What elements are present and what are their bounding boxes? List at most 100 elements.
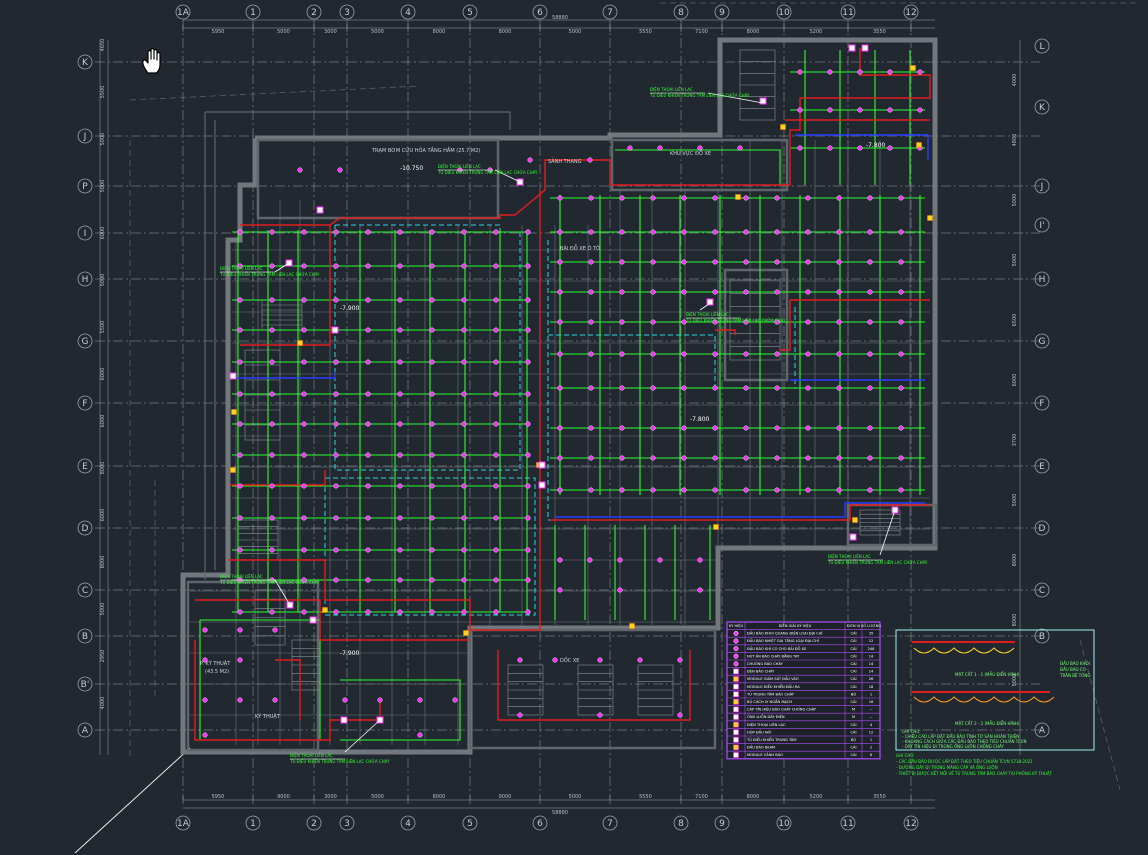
smoke-detector (867, 385, 873, 391)
dim-bottom-2: 3000 (324, 794, 337, 800)
dim-top-5: 8000 (499, 29, 512, 35)
smoke-detector (365, 609, 371, 615)
dim-top-8: 7100 (695, 29, 708, 35)
smoke-detector (774, 289, 780, 295)
smoke-detector (743, 351, 749, 357)
smoke-detector (429, 229, 435, 235)
smoke-detector (525, 483, 531, 489)
legend-unit-7: CÁI (850, 684, 856, 689)
smoke-detector (557, 195, 563, 201)
smoke-detector (857, 107, 863, 113)
grid-bubble-bottom-11: 11 (842, 819, 853, 829)
alarm-bell-device (910, 65, 916, 71)
smoke-detector (333, 297, 339, 303)
dim-left-7: 6000 (100, 368, 106, 381)
smoke-detector (527, 157, 533, 163)
grid-bubble-left-8: D (82, 524, 89, 534)
smoke-detector (365, 229, 371, 235)
dim-right-1: 4800 (1012, 134, 1018, 147)
smoke-detector (619, 385, 625, 391)
smoke-detector (237, 452, 243, 458)
dim-bottom-3: 5000 (371, 794, 384, 800)
smoke-detector (525, 577, 531, 583)
dim-left-5: 5000 (100, 274, 106, 287)
grid-bubble-top-10: 10 (778, 8, 790, 18)
smoke-detector (619, 351, 625, 357)
grid-bubble-bottom-3: 3 (344, 819, 350, 829)
smoke-detector (898, 195, 904, 201)
smoke-detector (887, 107, 893, 113)
smoke-detector (650, 319, 656, 325)
footer-note-2: - ĐƯỜNG DÂY ĐI TRONG MÁNG CÁP VÀ ỐNG LUỒ… (896, 765, 998, 770)
smoke-detector (429, 297, 435, 303)
dim-left-12: 5000 (100, 603, 106, 616)
smoke-detector (898, 351, 904, 357)
grid-bubble-bottom-8: 8 (678, 819, 684, 829)
smoke-detector (429, 452, 435, 458)
smoke-detector (836, 425, 842, 431)
smoke-detector (681, 455, 687, 461)
legend-qty-1: 12 (869, 639, 874, 643)
smoke-detector (429, 483, 435, 489)
smoke-detector (898, 259, 904, 265)
smoke-detector (898, 455, 904, 461)
smoke-detector (493, 263, 499, 269)
legend-header-3: SỐ LƯỢNG (861, 623, 881, 628)
legend-desc-8: TỦ TRUNG TÂM BÁO CHÁY (746, 691, 795, 696)
cad-drawing-canvas[interactable]: 5950 5000 3000 5000 8000 8000 5000 5550 7100 8000… (0, 0, 1148, 855)
smoke-detector (557, 455, 563, 461)
smoke-detector (857, 145, 863, 151)
smoke-detector (774, 351, 780, 357)
smoke-detector (333, 609, 339, 615)
smoke-detector (517, 657, 523, 663)
smoke-detector (333, 547, 339, 553)
smoke-detector (525, 229, 531, 235)
smoke-detector (429, 515, 435, 521)
smoke-detector (681, 351, 687, 357)
legend-qty-6: 26 (869, 677, 874, 681)
smoke-detector (805, 351, 811, 357)
room-label-ramp: DỐC XE (560, 656, 579, 664)
smoke-detector (493, 515, 499, 521)
legend-symbol-14 (733, 736, 739, 743)
smoke-detector (836, 487, 842, 493)
legend-symbol-2 (733, 646, 739, 652)
legend-unit-0: CÁI (850, 631, 856, 636)
smoke-detector (805, 229, 811, 235)
smoke-detector (743, 259, 749, 265)
smoke-detector (898, 229, 904, 235)
dim-top-total: 58880 (552, 15, 568, 21)
grid-bubble-bottom-2: 2 (311, 819, 317, 829)
smoke-detector (333, 515, 339, 521)
smoke-detector (898, 425, 904, 431)
grid-bubble-left-3: I (84, 229, 87, 239)
smoke-detector (301, 263, 307, 269)
legend-symbol-16 (733, 752, 739, 758)
grid-bubble-right-6: F (1039, 399, 1044, 409)
smoke-detector (588, 425, 594, 431)
smoke-detector (397, 577, 403, 583)
grid-bubble-bottom-10: 10 (778, 819, 790, 829)
smoke-detector (827, 69, 833, 75)
smoke-detector (237, 421, 243, 427)
smoke-detector (677, 657, 683, 663)
smoke-detector (429, 547, 435, 553)
callout-body-0: TỦ ĐIỀU KHIỂN TRUNG TÂM LIÊN LẠC CHỮA CH… (649, 93, 750, 98)
smoke-detector (619, 195, 625, 201)
smoke-detector (827, 107, 833, 113)
smoke-detector (836, 229, 842, 235)
dim-left-8: 6000 (100, 415, 106, 428)
smoke-detector (202, 627, 208, 633)
legend-desc-16: MODULE CẢNH BÁO (747, 752, 783, 757)
smoke-detector (337, 167, 343, 173)
legend-qty-13: 12 (869, 730, 874, 734)
smoke-detector (493, 359, 499, 365)
smoke-detector (712, 259, 718, 265)
module-device (229, 372, 237, 380)
smoke-detector (525, 263, 531, 269)
smoke-detector (650, 259, 656, 265)
smoke-detector (429, 421, 435, 427)
alarm-bell-device (780, 124, 786, 130)
smoke-detector (697, 587, 703, 593)
smoke-detector (597, 657, 603, 663)
